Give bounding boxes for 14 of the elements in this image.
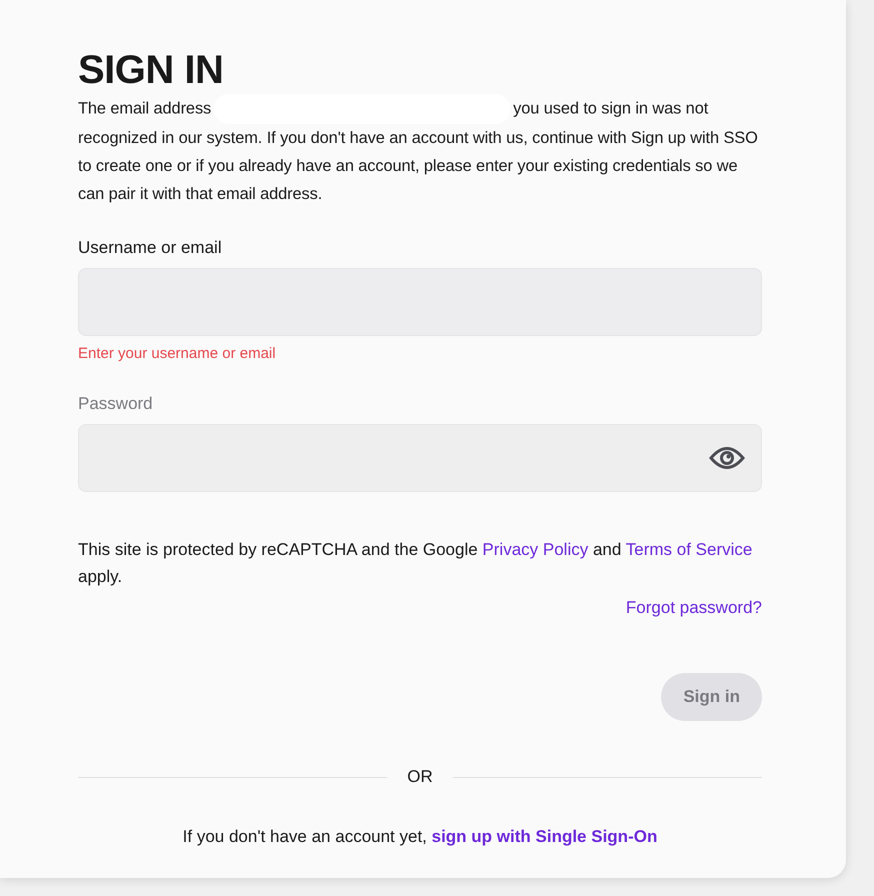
notice-text: The email address you used to sign in was not recognized in our system. If you don't have an account with us, continue with Sign up with SSO to create one or if you already have an account, please enter your existing credentials so we can pair it with that email address. [78,94,762,208]
field-label: Username or email [78,237,223,259]
privacy-policy-link[interactable]: Privacy Policy [482,540,588,559]
divider-label: OR [407,767,433,787]
field-label: Password [78,393,154,415]
sso-signup-link[interactable]: sign up with Single Sign-On [432,827,658,846]
signup-prompt: If you don't have an account yet, sign up with Single Sign-On [182,826,658,848]
forgot-password-link[interactable]: Forgot password? [626,596,762,620]
show-password-icon[interactable] [709,445,745,471]
recaptcha-notice: This site is protected by reCAPTCHA and the Google Privacy Policy and Terms of Service apply. [78,539,754,588]
password-field[interactable] [78,424,762,492]
terms-of-service-link[interactable]: Terms of Service [626,540,752,559]
page-title: SIGN IN [78,47,224,94]
error-message: Enter your username or email [78,344,277,364]
